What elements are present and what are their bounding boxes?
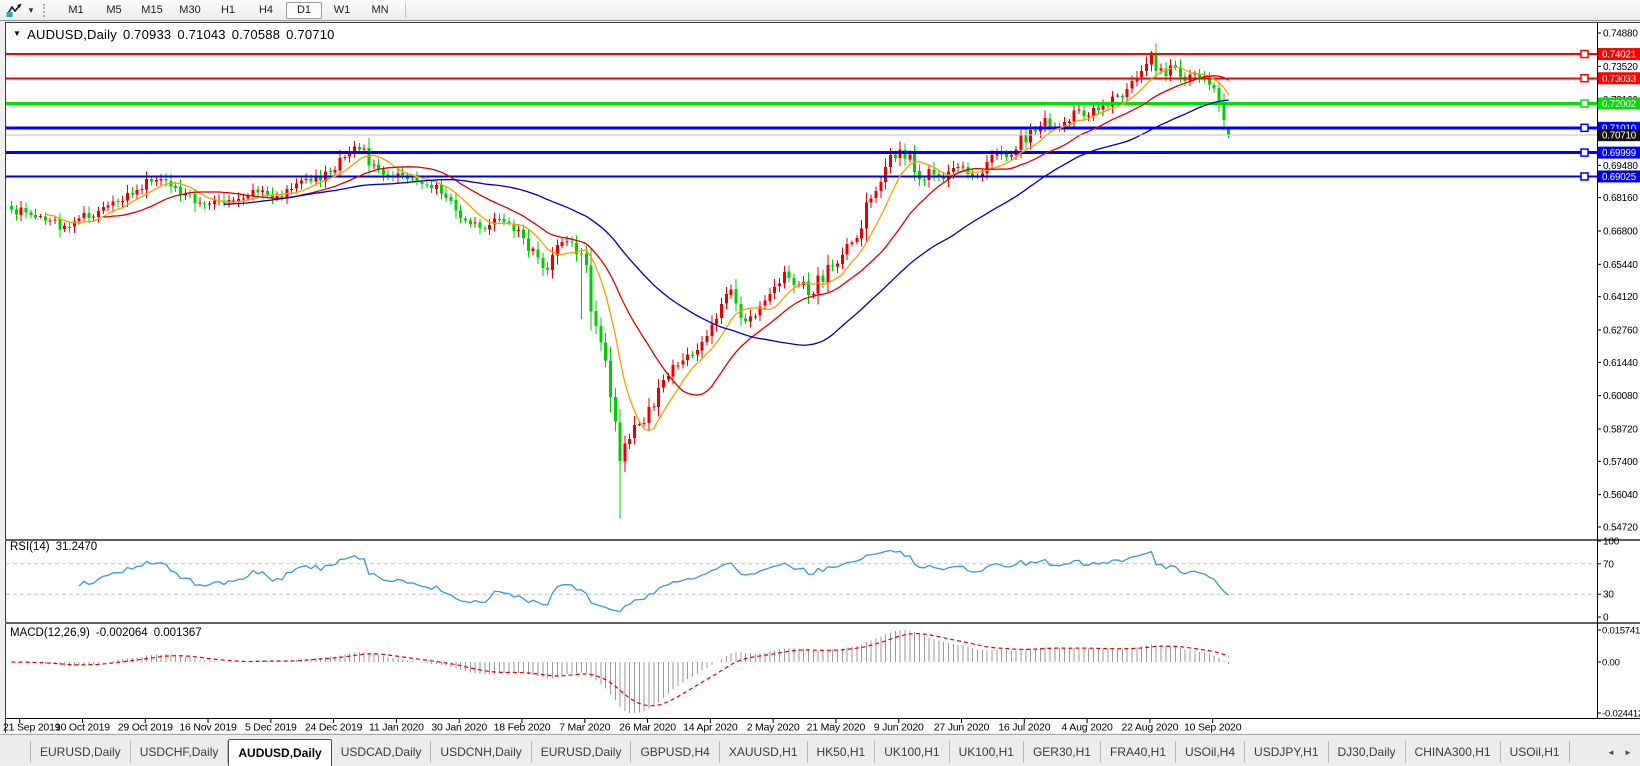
symbol-tab-usoil-17[interactable]: USOil,H1 <box>1501 741 1570 763</box>
svg-text:9 Jun 2020: 9 Jun 2020 <box>874 722 924 734</box>
svg-text:0.64120: 0.64120 <box>1603 292 1638 303</box>
timeframe-toolbar: ▾ M1 M5 M15 M30 H1 H4 D1 W1 MN <box>0 0 1640 21</box>
svg-text:0.72002: 0.72002 <box>1602 99 1636 110</box>
svg-text:10 Sep 2020: 10 Sep 2020 <box>1184 722 1242 734</box>
svg-text:0.57400: 0.57400 <box>1603 457 1638 468</box>
ohlc-open: 0.70933 <box>122 27 172 42</box>
svg-text:22 Aug 2020: 22 Aug 2020 <box>1121 722 1178 734</box>
svg-text:7 Mar 2020: 7 Mar 2020 <box>559 722 610 734</box>
svg-text:30 Jan 2020: 30 Jan 2020 <box>431 722 487 734</box>
timeframe-button-m1[interactable]: M1 <box>58 2 94 19</box>
svg-text:0.68160: 0.68160 <box>1603 193 1638 204</box>
timeframe-button-d1[interactable]: D1 <box>286 1 322 19</box>
svg-text:5 Dec 2019: 5 Dec 2019 <box>245 722 297 734</box>
svg-text:27 Jun 2020: 27 Jun 2020 <box>934 722 990 734</box>
rsi-label: RSI(14) <box>10 541 50 553</box>
timeframe-button-m15[interactable]: M15 <box>134 2 170 19</box>
rsi-header: RSI(14) 31.2470 <box>10 541 103 553</box>
collapse-chart-icon[interactable]: ▼ <box>13 29 21 38</box>
toolbar-grip[interactable] <box>43 3 49 17</box>
symbol-tab-usdchf-1[interactable]: USDCHF,Daily <box>131 741 229 763</box>
symbol-tab-fra40-12[interactable]: FRA40,H1 <box>1101 741 1177 763</box>
macd-header: MACD(12,26,9) -0.002064 0.001367 <box>10 627 208 639</box>
svg-text:0.66800: 0.66800 <box>1603 226 1638 237</box>
timeframe-button-m30[interactable]: M30 <box>172 2 208 19</box>
svg-text:26 Mar 2020: 26 Mar 2020 <box>619 722 676 734</box>
chart-symbol-period: AUDUSD,Daily <box>27 27 117 42</box>
svg-text:0.73520: 0.73520 <box>1603 62 1638 73</box>
symbol-tab-hk50-8[interactable]: HK50,H1 <box>808 741 876 763</box>
svg-text:16 Jul 2020: 16 Jul 2020 <box>998 722 1050 734</box>
ohlc-high: 0.71043 <box>177 27 226 42</box>
svg-text:16 Nov 2019: 16 Nov 2019 <box>179 722 237 734</box>
timeframe-button-h4[interactable]: H4 <box>248 2 284 19</box>
chart-style-dropdown-caret[interactable]: ▾ <box>25 5 37 16</box>
svg-text:0: 0 <box>1603 613 1609 624</box>
tab-scroll-left-icon[interactable]: ◄ <box>1604 745 1618 759</box>
symbol-tab-bar: EURUSD,Daily USDCHF,Daily AUDUSD,Daily USDC… <box>0 734 1640 766</box>
svg-text:2 May 2020: 2 May 2020 <box>747 722 800 734</box>
chart-title: ▼ AUDUSD,Daily 0.70933 0.71043 0.70588 0… <box>13 27 341 42</box>
svg-text:0.58720: 0.58720 <box>1603 424 1638 435</box>
timeframe-button-h1[interactable]: H1 <box>210 2 246 19</box>
svg-text:0.60080: 0.60080 <box>1603 391 1638 402</box>
timeframe-button-mn[interactable]: MN <box>362 2 398 19</box>
svg-text:0.00: 0.00 <box>1602 658 1620 669</box>
svg-text:0.74021: 0.74021 <box>1602 50 1636 61</box>
timeframe-button-w1[interactable]: W1 <box>324 2 360 19</box>
chart-style-icon[interactable] <box>3 1 25 19</box>
symbol-tab-xauusd-7[interactable]: XAUUSD,H1 <box>720 741 808 763</box>
svg-text:0.69480: 0.69480 <box>1603 161 1638 172</box>
svg-text:18 Feb 2020: 18 Feb 2020 <box>494 722 551 734</box>
svg-text:-0.024412: -0.024412 <box>1602 709 1640 720</box>
macd-label: MACD(12,26,9) <box>10 627 90 639</box>
symbol-tab-usoil-13[interactable]: USOil,H4 <box>1176 741 1246 763</box>
svg-text:0.73033: 0.73033 <box>1602 74 1637 85</box>
tab-scroll-right-icon[interactable]: ► <box>1621 745 1635 759</box>
rsi-value: 31.2470 <box>55 541 98 553</box>
svg-text:30: 30 <box>1603 590 1614 601</box>
ohlc-low: 0.70588 <box>231 27 281 42</box>
symbol-tab-usdcnh-4[interactable]: USDCNH,Daily <box>431 741 532 763</box>
toolbar-separator <box>405 2 406 18</box>
svg-text:24 Dec 2019: 24 Dec 2019 <box>305 722 363 734</box>
svg-text:0.69025: 0.69025 <box>1602 172 1637 183</box>
svg-text:0.62760: 0.62760 <box>1603 325 1638 336</box>
svg-text:21 May 2020: 21 May 2020 <box>807 722 866 734</box>
symbol-tab-eurusd-0[interactable]: EURUSD,Daily <box>30 741 131 763</box>
svg-text:70: 70 <box>1603 559 1614 570</box>
svg-text:0.74880: 0.74880 <box>1603 29 1638 40</box>
symbol-tab-usdcad-3[interactable]: USDCAD,Daily <box>332 741 432 763</box>
svg-text:0.56040: 0.56040 <box>1603 490 1638 501</box>
svg-text:14 Apr 2020: 14 Apr 2020 <box>683 722 738 734</box>
timeframe-button-m5[interactable]: M5 <box>96 2 132 19</box>
svg-text:10 Oct 2019: 10 Oct 2019 <box>55 722 110 734</box>
macd-signal-value: 0.001367 <box>153 627 202 639</box>
symbol-tab-gbpusd-6[interactable]: GBPUSD,H4 <box>631 741 720 763</box>
svg-text:4 Aug 2020: 4 Aug 2020 <box>1062 722 1113 734</box>
svg-text:0.61440: 0.61440 <box>1603 358 1638 369</box>
ohlc-close: 0.70710 <box>286 27 335 42</box>
tabbar-corner <box>0 739 30 765</box>
symbol-tab-uk100-10[interactable]: UK100,H1 <box>950 741 1024 763</box>
symbol-tab-audusd-2[interactable]: AUDUSD,Daily <box>228 739 332 766</box>
svg-text:0.54720: 0.54720 <box>1603 523 1638 534</box>
symbol-tab-ger30-11[interactable]: GER30,H1 <box>1024 741 1101 763</box>
svg-text:100: 100 <box>1603 537 1620 548</box>
svg-text:11 Jan 2020: 11 Jan 2020 <box>369 722 424 734</box>
symbol-tab-china300-16[interactable]: CHINA300,H1 <box>1406 741 1501 763</box>
svg-text:21 Sep 2019: 21 Sep 2019 <box>3 722 61 734</box>
svg-text:29 Oct 2019: 29 Oct 2019 <box>118 722 173 734</box>
symbol-tab-usdjpy-14[interactable]: USDJPY,H1 <box>1245 741 1329 763</box>
symbol-tab-uk100-9[interactable]: UK100,H1 <box>875 741 950 763</box>
svg-text:0.69999: 0.69999 <box>1602 148 1636 159</box>
symbol-tab-eurusd-5[interactable]: EURUSD,Daily <box>532 741 632 763</box>
svg-text:0.65440: 0.65440 <box>1603 260 1638 271</box>
svg-text:0.015741: 0.015741 <box>1602 626 1640 637</box>
macd-main-value: -0.002064 <box>95 627 148 639</box>
price-chart-canvas[interactable]: 0.748800.735200.721600.708000.694800.681… <box>0 0 1640 765</box>
symbol-tab-dj30-15[interactable]: DJ30,Daily <box>1329 741 1406 763</box>
svg-text:0.70710: 0.70710 <box>1602 131 1637 142</box>
